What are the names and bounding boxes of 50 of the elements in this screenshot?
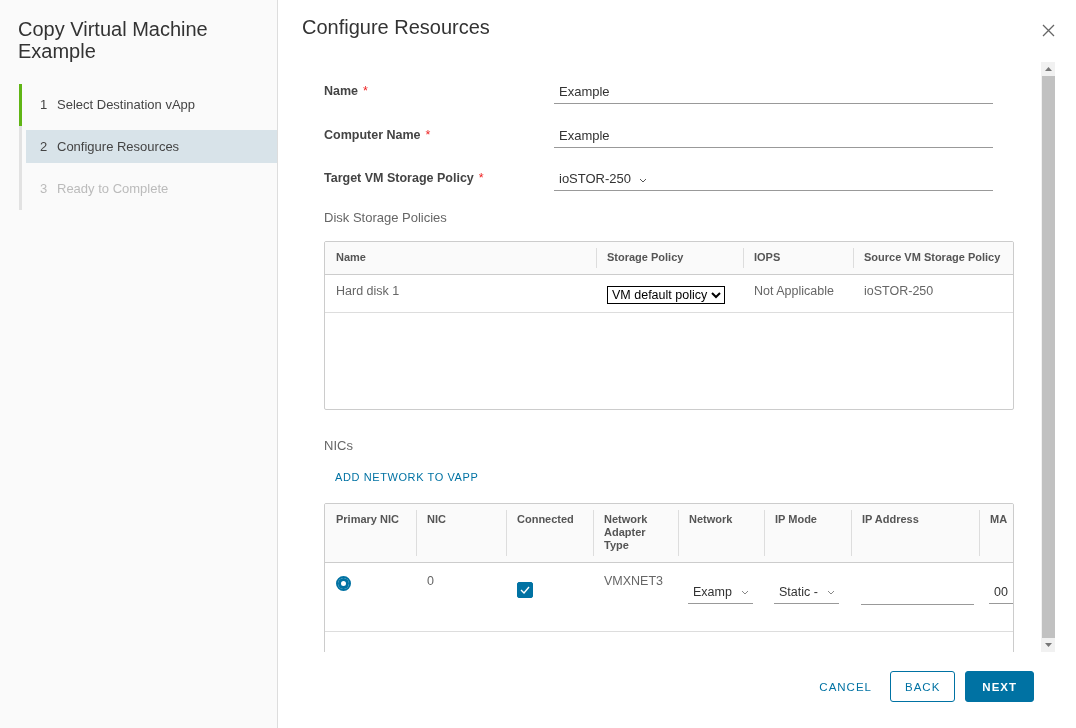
- scroll-up-icon[interactable]: [1044, 67, 1052, 71]
- close-icon[interactable]: [1042, 24, 1055, 37]
- column-header: NIC: [427, 513, 446, 525]
- text-field[interactable]: Example: [554, 80, 993, 104]
- column-header: IP Address: [862, 513, 919, 525]
- checkmark-icon: [520, 586, 530, 594]
- required-mark: *: [425, 128, 431, 142]
- storage-policy-select[interactable]: VM default policy: [607, 286, 725, 304]
- chevron-down-icon: [638, 178, 647, 183]
- add-network-link[interactable]: ADD NETWORK TO VAPP: [335, 471, 479, 483]
- scroll-down-icon[interactable]: [1044, 643, 1052, 647]
- radio-button[interactable]: [336, 576, 351, 591]
- required-mark: *: [478, 171, 484, 185]
- section-title: Disk Storage Policies: [324, 210, 448, 225]
- dropdown-field[interactable]: ioSTOR-250: [554, 167, 993, 191]
- section-title: NICs: [324, 438, 354, 453]
- table-cell: ioSTOR-250: [864, 284, 934, 298]
- column-header: Primary NIC: [336, 513, 399, 525]
- ip-mode-dropdown[interactable]: Static -: [774, 580, 839, 604]
- table-cell: 0: [427, 574, 434, 588]
- column-header: IOPS: [754, 251, 781, 263]
- text-field[interactable]: Example: [554, 124, 993, 148]
- required-mark: *: [363, 84, 368, 98]
- table-cell: VMXNET3: [604, 574, 664, 588]
- column-header: MA: [990, 513, 1008, 525]
- page-title: Configure Resources: [302, 16, 490, 39]
- column-header: Name: [336, 251, 366, 263]
- chevron-down-icon: [827, 589, 835, 595]
- field-label: Name: [324, 84, 359, 98]
- field-label: Target VM Storage Policy: [324, 171, 474, 185]
- wizard-step[interactable]: 1 Select Destination vApp: [22, 88, 277, 121]
- checkbox[interactable]: [517, 582, 533, 598]
- column-header: Source VM Storage Policy: [864, 251, 1001, 263]
- wizard-button[interactable]: BACK: [890, 671, 956, 702]
- network-dropdown[interactable]: Examp: [688, 580, 753, 604]
- field-label: Computer Name: [324, 128, 421, 142]
- column-header: Network Adapter Type: [604, 513, 648, 551]
- wizard-step[interactable]: 2 Configure Resources: [26, 130, 277, 163]
- wizard-button[interactable]: CANCEL: [811, 671, 880, 702]
- column-header: Storage Policy: [607, 251, 684, 263]
- mac-address-field[interactable]: 00: [989, 580, 1013, 604]
- chevron-down-icon: [741, 589, 749, 595]
- column-header: Network: [689, 513, 733, 525]
- scrollbar[interactable]: [1041, 62, 1055, 652]
- dialog-title: Copy Virtual Machine Example: [17, 17, 209, 62]
- column-header: IP Mode: [775, 513, 817, 525]
- wizard-button[interactable]: NEXT: [965, 671, 1034, 702]
- table-cell: Not Applicable: [754, 284, 834, 298]
- column-header: Connected: [517, 513, 574, 525]
- table-cell: Hard disk 1: [336, 284, 400, 298]
